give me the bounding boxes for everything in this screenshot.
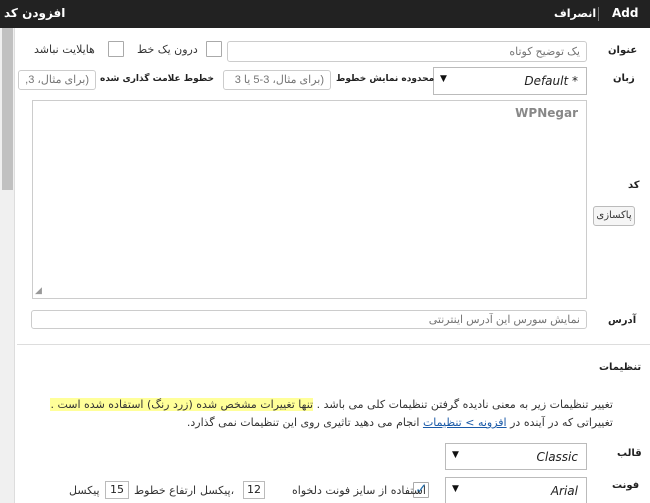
use-font-size-label: استفاده از سایز فونت دلخواه xyxy=(292,484,426,497)
chevron-down-icon: ▼ xyxy=(452,450,459,460)
px-label-2: پیکسل xyxy=(69,484,100,497)
title-separator xyxy=(598,7,599,21)
chevron-down-icon: ▼ xyxy=(440,74,447,84)
code-content: WPNegar xyxy=(515,106,578,120)
code-label: کد xyxy=(628,180,640,191)
theme-select[interactable]: Classic ▼ xyxy=(445,443,587,470)
title-label: عنوان xyxy=(608,45,638,56)
resize-grip-icon[interactable]: ◢ xyxy=(35,286,42,296)
inline-label: درون یک خط xyxy=(137,43,198,56)
language-value: Default * xyxy=(524,74,578,88)
address-label: آدرس xyxy=(608,315,637,326)
line-range-label: محدوده نمایش خطوط xyxy=(336,74,435,84)
cancel-button[interactable]: انصراف xyxy=(554,7,596,20)
settings-notice-line1: تغییر تنظیمات زیر به معنی نادیده گرفتن ت… xyxy=(50,398,613,411)
title-input[interactable] xyxy=(227,41,587,62)
scrollbar-thumb[interactable] xyxy=(2,28,13,190)
font-value: Arial xyxy=(550,484,578,498)
clear-button[interactable]: پاکسازی xyxy=(593,206,635,226)
line-height-input[interactable]: 15 xyxy=(105,481,129,499)
dialog-title: افزودن کد xyxy=(4,6,66,20)
language-label: زبان xyxy=(613,73,635,84)
title-bar: Add انصراف افزودن کد xyxy=(0,0,650,28)
divider xyxy=(17,344,650,345)
settings-notice-line2: تغییراتی که در آینده در افزونه > تنظیمات… xyxy=(187,416,613,429)
theme-value: Classic xyxy=(536,450,578,464)
marked-lines-label: خطوط علامت گذاری شده xyxy=(100,74,215,84)
font-label: فونت xyxy=(612,480,640,491)
language-select[interactable]: Default * ▼ xyxy=(433,67,587,95)
code-textarea[interactable]: WPNegar ◢ xyxy=(32,100,587,299)
notice-after: انجام می دهید تاثیری روی این تنظیمات نمی… xyxy=(186,416,420,429)
notice-highlight: تنها تغییرات مشخص شده (زرد رنگ) استفاده … xyxy=(50,398,314,411)
px-label-1: پیکسل، xyxy=(200,484,235,497)
address-input[interactable] xyxy=(31,310,587,329)
font-size-input[interactable]: 12 xyxy=(243,481,265,499)
add-button[interactable]: Add xyxy=(612,6,638,20)
marked-lines-input[interactable] xyxy=(18,70,96,90)
inline-checkbox[interactable] xyxy=(206,41,222,57)
notice-before: تغییراتی که در آینده در xyxy=(510,416,613,429)
line-height-label: ارتفاع خطوط xyxy=(134,484,197,497)
chevron-down-icon: ▼ xyxy=(452,484,459,494)
font-select[interactable]: Arial ▼ xyxy=(445,477,587,503)
settings-heading: تنظیمات xyxy=(599,362,642,373)
notice-plain: تغییر تنظیمات زیر به معنی نادیده گرفتن ت… xyxy=(316,398,613,411)
line-range-input[interactable] xyxy=(223,70,331,90)
theme-label: قالب xyxy=(617,448,642,459)
plugin-settings-link[interactable]: افزونه > تنظیمات xyxy=(423,416,507,429)
no-highlight-checkbox[interactable] xyxy=(108,41,124,57)
no-highlight-label: هایلایت نباشد xyxy=(34,43,95,56)
